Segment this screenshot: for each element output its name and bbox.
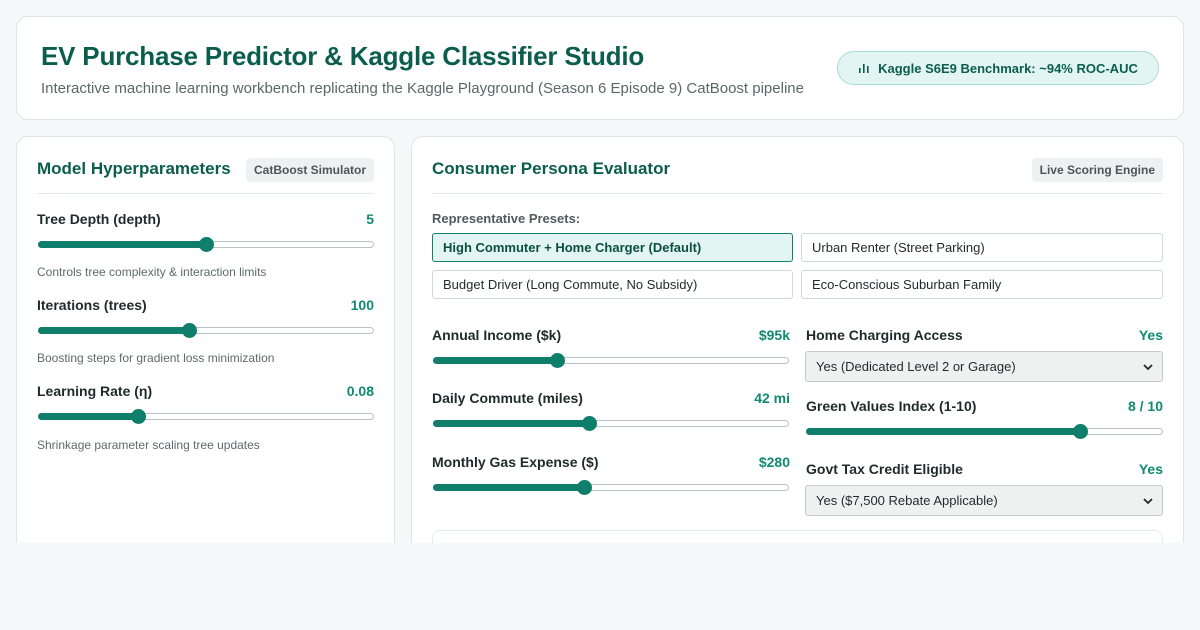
tree-depth-slider[interactable] [38, 237, 374, 252]
home-charging-value: Yes [1138, 327, 1163, 343]
home-charging-label: Home Charging Access [806, 327, 963, 343]
daily-commute-slider[interactable] [433, 416, 789, 431]
hyperparameters-title: Model Hyperparameters [37, 159, 231, 178]
green-values-slider[interactable] [806, 424, 1163, 439]
tax-credit-select[interactable]: Yes ($7,500 Rebate Applicable) [805, 485, 1163, 516]
chevron-down-icon [1143, 364, 1153, 371]
hyperparameters-panel: Model Hyperparameters CatBoost Simulator… [16, 136, 395, 556]
panel-divider [432, 193, 1163, 194]
iterations-label: Iterations (trees) [37, 297, 147, 313]
benchmark-text: Kaggle S6E9 Benchmark: ~94% ROC-AUC [878, 60, 1138, 76]
live-scoring-tag: Live Scoring Engine [1031, 158, 1163, 182]
home-charging-select[interactable]: Yes (Dedicated Level 2 or Garage) [805, 351, 1163, 382]
persona-evaluator-panel: Consumer Persona Evaluator Live Scoring … [411, 136, 1184, 556]
tax-credit-label: Govt Tax Credit Eligible [806, 461, 963, 477]
tree-depth-label: Tree Depth (depth) [37, 211, 161, 227]
catboost-tag: CatBoost Simulator [245, 158, 374, 182]
slider-thumb[interactable] [576, 480, 592, 495]
annual-income-label: Annual Income ($k) [432, 327, 562, 343]
tax-credit-selected: Yes ($7,500 Rebate Applicable) [816, 493, 998, 508]
green-values-label: Green Values Index (1-10) [806, 398, 977, 414]
slider-thumb[interactable] [131, 409, 147, 424]
chevron-down-icon [1143, 498, 1153, 505]
iterations-value: 100 [350, 297, 374, 313]
learning-rate-slider[interactable] [38, 409, 374, 424]
slider-thumb[interactable] [550, 353, 566, 368]
preset-high-commuter[interactable]: High Commuter + Home Charger (Default) [432, 233, 793, 262]
home-charging-selected: Yes (Dedicated Level 2 or Garage) [816, 359, 1016, 374]
daily-commute-value: 42 mi [754, 390, 790, 406]
monthly-gas-value: $280 [758, 454, 790, 470]
benchmark-badge: Kaggle S6E9 Benchmark: ~94% ROC-AUC [837, 51, 1159, 85]
tax-credit-value: Yes [1138, 461, 1163, 477]
slider-thumb[interactable] [582, 416, 598, 431]
slider-thumb[interactable] [181, 323, 197, 338]
monthly-gas-slider[interactable] [433, 480, 789, 495]
learning-rate-help: Shrinkage parameter scaling tree updates [37, 438, 260, 452]
daily-commute-label: Daily Commute (miles) [432, 390, 583, 406]
slider-thumb[interactable] [198, 237, 214, 252]
panel-divider [37, 193, 374, 194]
preset-budget-driver[interactable]: Budget Driver (Long Commute, No Subsidy) [432, 270, 793, 299]
iterations-help: Boosting steps for gradient loss minimiz… [37, 351, 275, 365]
annual-income-value: $95k [758, 327, 790, 343]
monthly-gas-label: Monthly Gas Expense ($) [432, 454, 599, 470]
page-subtitle: Interactive machine learning workbench r… [41, 80, 804, 97]
app-header: EV Purchase Predictor & Kaggle Classifie… [16, 16, 1184, 120]
bar-chart-icon [858, 62, 870, 74]
page-title: EV Purchase Predictor & Kaggle Classifie… [41, 41, 645, 71]
learning-rate-value: 0.08 [346, 383, 374, 399]
slider-thumb[interactable] [1073, 424, 1089, 439]
tree-depth-help: Controls tree complexity & interaction l… [37, 265, 267, 279]
presets-label: Representative Presets: [432, 211, 581, 226]
annual-income-slider[interactable] [433, 353, 789, 368]
green-values-value: 8 / 10 [1127, 398, 1163, 414]
learning-rate-label: Learning Rate (η) [37, 383, 153, 399]
preset-eco-family[interactable]: Eco-Conscious Suburban Family [801, 270, 1163, 299]
preset-urban-renter[interactable]: Urban Renter (Street Parking) [801, 233, 1163, 262]
persona-title: Consumer Persona Evaluator [432, 159, 671, 178]
iterations-slider[interactable] [38, 323, 374, 338]
page-background [0, 543, 1200, 630]
tree-depth-value: 5 [366, 211, 374, 227]
